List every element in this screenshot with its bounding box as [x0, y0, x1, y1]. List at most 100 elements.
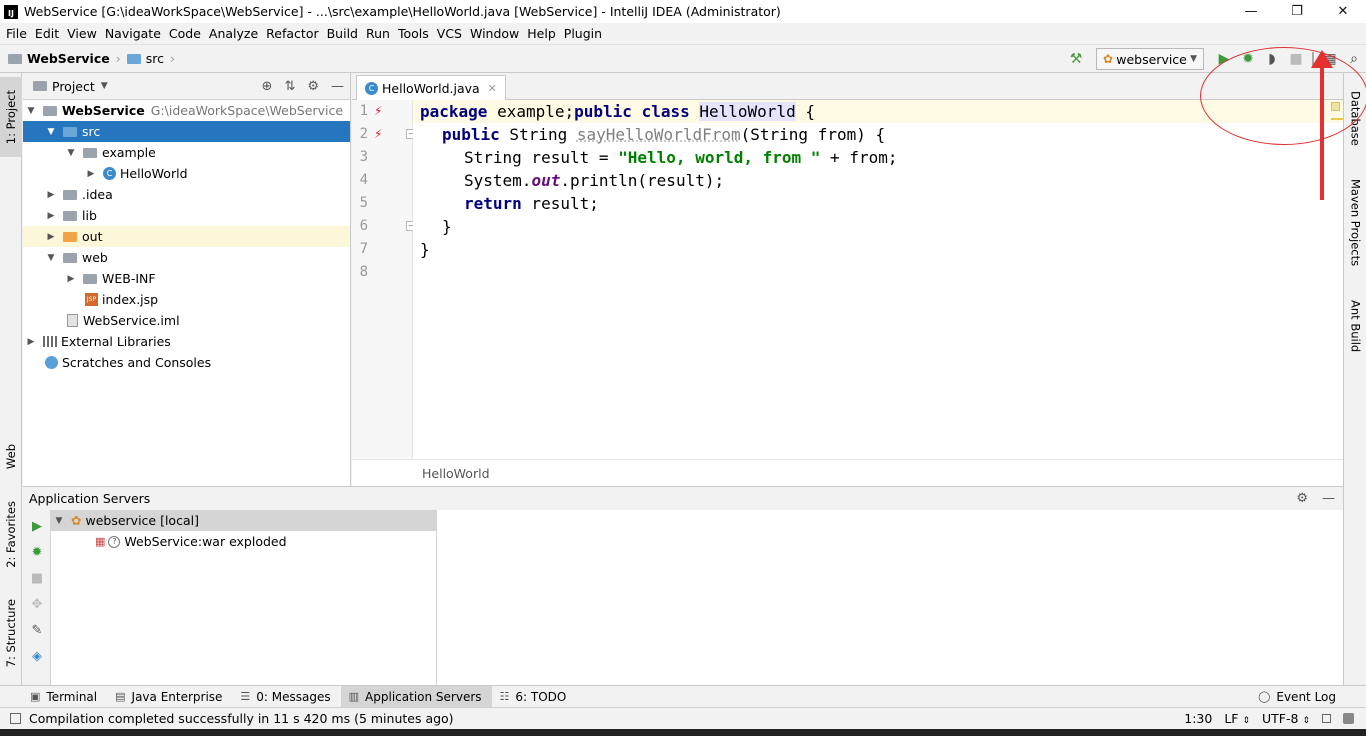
tree-item-index-jsp[interactable]: JSP index.jsp: [23, 289, 350, 310]
caret-position[interactable]: 1:30: [1184, 711, 1212, 726]
gear-icon[interactable]: ⚙: [1296, 491, 1308, 506]
status-bar: Compilation completed successfully in 11…: [0, 707, 1366, 729]
tab-terminal[interactable]: ▣ Terminal: [22, 686, 107, 708]
annotation-arrow-shaft: [1320, 60, 1324, 200]
tree-item-out[interactable]: ▶ out: [23, 226, 350, 247]
tab-web[interactable]: Web: [0, 433, 22, 481]
close-window-button[interactable]: ✕: [1320, 0, 1366, 23]
breadcrumb-project[interactable]: WebService: [27, 51, 110, 66]
code-line-3: String result = "Hello, world, from " + …: [464, 148, 898, 167]
chevron-down-icon[interactable]: ▼: [25, 106, 37, 116]
tree-item-web-inf[interactable]: ▶ WEB-INF: [23, 268, 350, 289]
scroll-from-source-icon[interactable]: ⊕: [262, 79, 273, 94]
project-view-icon: [33, 81, 47, 91]
server-webservice-local[interactable]: ▼ ✿ webservice [local]: [51, 510, 436, 531]
chevron-down-icon[interactable]: ▼: [45, 253, 57, 263]
tree-item-web[interactable]: ▼ web: [23, 247, 350, 268]
web-service-marker-icon[interactable]: ⚡: [374, 100, 382, 123]
menu-tools[interactable]: Tools: [394, 26, 433, 41]
minimize-button[interactable]: —: [1228, 0, 1274, 23]
hector-icon[interactable]: [1343, 713, 1354, 724]
menu-analyze[interactable]: Analyze: [205, 26, 262, 41]
breadcrumb-src[interactable]: src: [146, 51, 164, 66]
line-number: 7: [359, 241, 368, 257]
right-tool-strip: Database Maven Projects Ant Build: [1343, 73, 1366, 685]
code-line-7: }: [420, 240, 430, 259]
artifact-icon[interactable]: ◈: [29, 648, 45, 664]
chevron-down-icon[interactable]: ▼: [53, 516, 65, 526]
menu-help[interactable]: Help: [523, 26, 560, 41]
close-tab-icon[interactable]: ✕: [488, 82, 497, 95]
chevron-right-icon[interactable]: ▶: [25, 337, 37, 347]
collapse-all-icon[interactable]: ⇅: [284, 79, 295, 94]
chevron-right-icon[interactable]: ▶: [85, 169, 97, 179]
chevron-right-icon[interactable]: ▶: [45, 232, 57, 242]
edit-configuration-icon[interactable]: ✎: [29, 622, 45, 638]
run-configuration-select[interactable]: ✿ webservice ▼: [1096, 48, 1204, 70]
status-message[interactable]: Compilation completed successfully in 11…: [29, 711, 454, 726]
menu-build[interactable]: Build: [323, 26, 362, 41]
tree-item-idea[interactable]: ▶ .idea: [23, 184, 350, 205]
debug-bug-icon[interactable]: ✹: [29, 544, 45, 560]
maximize-button[interactable]: ❐: [1274, 0, 1320, 23]
tab-project[interactable]: 1: Project: [0, 77, 22, 157]
excluded-folder-icon: [63, 231, 77, 242]
hide-panel-icon[interactable]: —: [1322, 491, 1335, 506]
stop-icon[interactable]: ■: [29, 570, 45, 586]
tree-item-scratches[interactable]: Scratches and Consoles: [23, 352, 350, 373]
tab-helloworld-java[interactable]: C HelloWorld.java ✕: [356, 75, 506, 100]
menu-code[interactable]: Code: [165, 26, 205, 41]
menu-navigate[interactable]: Navigate: [101, 26, 165, 41]
menu-window[interactable]: Window: [466, 26, 523, 41]
chevron-down-icon[interactable]: ▼: [101, 81, 108, 91]
code-editor[interactable]: package example;public class HelloWorld …: [413, 100, 1343, 459]
menu-file[interactable]: File: [2, 26, 31, 41]
tab-favorites[interactable]: 2: Favorites: [0, 493, 22, 575]
menu-refactor[interactable]: Refactor: [262, 26, 322, 41]
tab-maven-projects[interactable]: Maven Projects: [1344, 173, 1366, 273]
tree-item-example[interactable]: ▼ example: [23, 142, 350, 163]
web-service-marker-icon[interactable]: ⚡: [374, 123, 382, 146]
run-icon[interactable]: ▶: [29, 518, 45, 534]
editor-breadcrumb-class[interactable]: HelloWorld: [422, 466, 490, 481]
deploy-icon[interactable]: ✥: [29, 596, 45, 612]
build-hammer-icon[interactable]: ⚒: [1064, 48, 1088, 70]
chevron-right-icon[interactable]: ▶: [65, 274, 77, 284]
chevron-right-icon[interactable]: ▶: [45, 190, 57, 200]
tree-item-webservice[interactable]: ▼ WebService G:\ideaWorkSpace\WebService: [23, 100, 350, 121]
menu-run[interactable]: Run: [362, 26, 394, 41]
chevron-down-icon[interactable]: ▼: [65, 148, 77, 158]
lock-icon[interactable]: [1322, 714, 1331, 723]
artifact-war-exploded[interactable]: ▦ ? WebService:war exploded: [51, 531, 436, 552]
hide-panel-icon[interactable]: —: [331, 79, 344, 94]
tree-item-helloworld[interactable]: ▶ C HelloWorld: [23, 163, 350, 184]
tab-todo[interactable]: ☷ 6: TODO: [492, 686, 577, 708]
tree-item-external-libraries[interactable]: ▶ External Libraries: [23, 331, 350, 352]
folder-icon: [63, 189, 77, 200]
intellij-app-icon: IJ: [4, 4, 18, 19]
tab-structure[interactable]: 7: Structure: [0, 588, 22, 678]
chevron-right-icon[interactable]: ▶: [45, 211, 57, 221]
tree-item-lib[interactable]: ▶ lib: [23, 205, 350, 226]
file-encoding[interactable]: UTF-8 ⇕: [1262, 711, 1310, 726]
tree-item-webservice-iml[interactable]: WebService.iml: [23, 310, 350, 331]
menu-plugin[interactable]: Plugin: [560, 26, 606, 41]
gear-icon[interactable]: ⚙: [307, 79, 319, 94]
folder-icon: [83, 273, 97, 284]
tree-item-src[interactable]: ▼ src: [23, 121, 350, 142]
bottom-tool-tabs: ▣ Terminal ▤ Java Enterprise ☰ 0: Messag…: [0, 685, 1366, 708]
run-configuration-label: webservice: [1116, 51, 1187, 67]
tab-event-log[interactable]: ◯ Event Log: [1250, 686, 1346, 708]
line-separator[interactable]: LF ⇕: [1224, 711, 1250, 726]
menu-vcs[interactable]: VCS: [433, 26, 466, 41]
chevron-down-icon[interactable]: ▼: [45, 127, 57, 137]
tab-application-servers[interactable]: ▥ Application Servers: [340, 685, 492, 708]
menu-edit[interactable]: Edit: [31, 26, 63, 41]
menu-view[interactable]: View: [63, 26, 101, 41]
tab-ant-build[interactable]: Ant Build: [1344, 291, 1366, 361]
tab-java-enterprise[interactable]: ▤ Java Enterprise: [107, 686, 232, 708]
project-view-select[interactable]: Project: [52, 79, 95, 94]
tool-windows-toggle-icon[interactable]: [10, 713, 21, 724]
line-number: 1: [359, 103, 368, 119]
tab-messages[interactable]: ☰ 0: Messages: [232, 686, 340, 708]
